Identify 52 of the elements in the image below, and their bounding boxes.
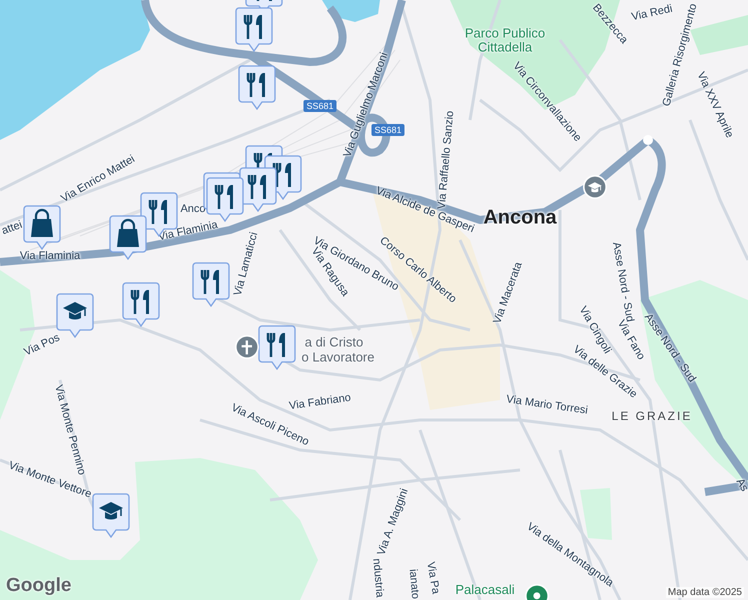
street-label: Via XXV Aprile — [694, 70, 736, 140]
pin-icon — [533, 592, 540, 600]
district-label: LE GRAZIE — [612, 409, 692, 423]
park-label: Palacasali — [455, 582, 515, 598]
water-area — [322, 0, 380, 22]
map-marker[interactable] — [239, 167, 277, 213]
map-marker[interactable] — [258, 325, 296, 371]
street-label: attei — [0, 218, 24, 238]
street-label: As — [734, 476, 748, 494]
map-marker[interactable] — [235, 7, 273, 53]
map-marker[interactable] — [206, 177, 244, 223]
fork-knife-icon — [266, 332, 285, 358]
street-label: Anco — [180, 203, 206, 215]
fork-knife-icon — [244, 14, 262, 40]
map-marker[interactable] — [23, 205, 61, 251]
park-area — [580, 488, 612, 540]
graduation-cap-icon — [63, 302, 87, 320]
park-label: Parco Publico Cittadella — [464, 26, 546, 56]
street-label: Via Raffaello Sanzio — [436, 110, 456, 210]
street-label: ianato — [406, 568, 422, 600]
map-marker[interactable] — [140, 192, 178, 238]
street-label: Via Fabriano — [288, 392, 352, 412]
route-shield: SS681 — [303, 100, 337, 112]
map-marker[interactable] — [192, 262, 230, 308]
roundabout-center — [643, 135, 653, 145]
street-label: Via Monte Pennino — [52, 384, 88, 476]
street-label: Via Pos — [22, 332, 62, 358]
poi-label: o Lavoratore — [302, 350, 374, 364]
map-marker[interactable] — [238, 65, 276, 111]
street-label: Via Redi — [630, 2, 674, 24]
map-attribution: Map data ©2025 — [666, 587, 744, 598]
map-marker[interactable] — [109, 215, 147, 261]
shopping-bag-icon — [31, 208, 53, 237]
fork-knife-icon — [130, 288, 149, 316]
route-shield: SS681 — [371, 124, 405, 136]
google-logo: Google — [6, 575, 72, 597]
street-label: ndustria — [370, 558, 386, 598]
poi-label: a di Cristo — [304, 334, 364, 350]
graduation-cap-icon — [99, 502, 123, 520]
shopping-bag-icon — [117, 218, 139, 247]
fork-knife-icon — [148, 198, 167, 226]
fork-knife-icon — [272, 162, 291, 188]
map-marker[interactable] — [92, 493, 130, 539]
street-label: Via Pa — [424, 561, 442, 595]
fork-knife-icon — [200, 268, 219, 296]
fork-knife-icon — [246, 72, 265, 98]
cross-icon — [242, 340, 252, 354]
graduation-cap-icon — [588, 182, 602, 192]
map-marker[interactable] — [122, 282, 160, 328]
fork-knife-icon — [214, 184, 233, 210]
street-label: Via Mario Torresi — [506, 393, 588, 417]
fork-knife-icon — [248, 174, 266, 200]
